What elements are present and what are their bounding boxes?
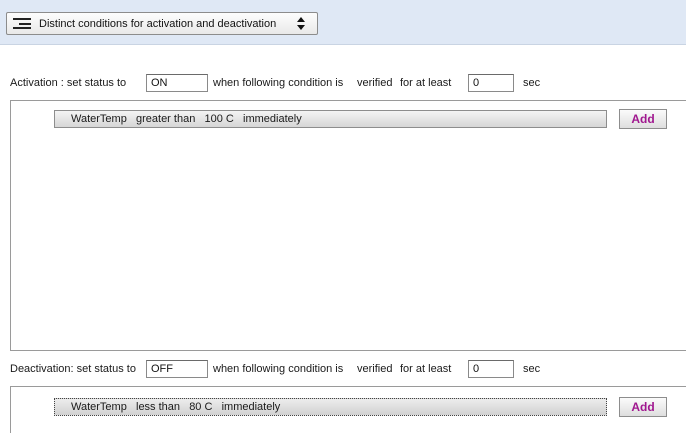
- activation-seconds-field[interactable]: [468, 74, 514, 92]
- activation-conditions-panel: WaterTemp greater than 100 C immediately…: [10, 100, 686, 351]
- deactivation-seconds-field[interactable]: [468, 360, 514, 378]
- condition-mode-dropdown[interactable]: Distinct conditions for activation and d…: [6, 12, 318, 35]
- activation-condition-text: WaterTemp greater than 100 C immediately: [71, 113, 302, 125]
- activation-verified-label: verified: [357, 77, 393, 89]
- top-toolbar: Distinct conditions for activation and d…: [0, 0, 686, 45]
- up-down-arrow-icon: [297, 17, 305, 30]
- deactivation-add-button[interactable]: Add: [619, 397, 667, 417]
- activation-status-field[interactable]: [146, 74, 208, 92]
- deactivation-prefix-label: Deactivation: set status to: [10, 363, 136, 375]
- condition-mode-label: Distinct conditions for activation and d…: [39, 17, 277, 30]
- activation-for-at-least-label: for at least: [400, 77, 452, 89]
- lines-icon: [13, 18, 31, 29]
- deactivation-for-at-least-label: for at least: [400, 363, 452, 375]
- deactivation-status-field[interactable]: [146, 360, 208, 378]
- activation-middle-label: when following condition is: [213, 77, 344, 89]
- deactivation-conditions-panel: WaterTemp less than 80 C immediately Add: [10, 386, 686, 433]
- activation-prefix-label: Activation : set status to: [10, 77, 127, 89]
- activation-add-button[interactable]: Add: [619, 109, 667, 129]
- deactivation-middle-label: when following condition is: [213, 363, 344, 375]
- activation-condition-row[interactable]: WaterTemp greater than 100 C immediately: [54, 110, 607, 128]
- deactivation-verified-label: verified: [357, 363, 393, 375]
- activation-sec-label: sec: [523, 77, 541, 89]
- deactivation-condition-row[interactable]: WaterTemp less than 80 C immediately: [54, 398, 607, 416]
- deactivation-sec-label: sec: [523, 363, 541, 375]
- deactivation-condition-text: WaterTemp less than 80 C immediately: [71, 401, 281, 413]
